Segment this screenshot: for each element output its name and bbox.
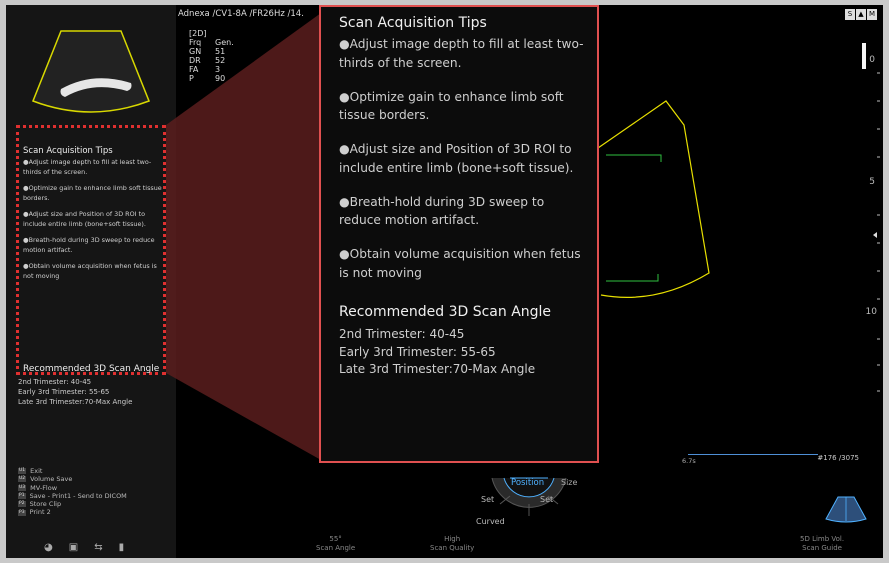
dial-set-right[interactable]: Set: [540, 495, 553, 504]
popup-angle-line: Early 3rd Trimester: 55-65: [339, 344, 496, 359]
bottom-soft-keys: 55° Scan Angle High Scan Quality 5D Limb…: [6, 496, 883, 558]
probe-sector-icon: [825, 496, 867, 523]
popup-angle-line: Late 3rd Trimester:70-Max Angle: [339, 362, 536, 376]
tips-popup: Scan Acquisition Tips ●Adjust image dept…: [319, 5, 599, 463]
popup-item: ●Adjust size and Position of 3D ROI to i…: [339, 142, 574, 175]
popup-item: ●Breath-hold during 3D sweep to reduce m…: [339, 194, 545, 228]
cine-time: 6.7s: [682, 457, 696, 465]
probe-icon: ▲: [856, 9, 866, 20]
popup-item: ●Obtain volume acquisition when fetus is…: [339, 247, 581, 280]
roi-sector: [597, 100, 710, 298]
popup-item: ●Optimize gain to enhance limb soft tiss…: [339, 89, 564, 123]
scale-label-0: 0: [869, 55, 875, 65]
popup-angle-line: 2nd Trimester: 40-45: [339, 327, 465, 341]
roi-green-bottom: [606, 274, 659, 282]
frame-count: #176 /3075: [817, 454, 859, 462]
popup-item: ●Adjust image depth to fill at least two…: [339, 37, 584, 70]
popup-title: Scan Acquisition Tips: [339, 15, 487, 31]
status-icons: S ▲ M: [845, 9, 877, 20]
scale-label-5: 5: [869, 177, 875, 187]
dial-set-left[interactable]: Set: [481, 495, 494, 504]
scale-label-10: 10: [865, 307, 877, 317]
callout-wedge: [166, 13, 321, 460]
m-icon: M: [867, 9, 877, 20]
cine-bar[interactable]: [688, 454, 818, 455]
depth-scale: [862, 43, 880, 392]
s-icon: S: [845, 9, 855, 20]
popup-angle-title: Recommended 3D Scan Angle: [339, 304, 552, 320]
scan-guide-softkey[interactable]: 5D Limb Vol. Scan Guide: [800, 535, 844, 553]
scan-quality-softkey[interactable]: High Scan Quality: [430, 535, 474, 553]
roi-green-top: [606, 154, 662, 162]
ultrasound-screen: Scan Acquisition Tips ●Adjust image dept…: [6, 5, 883, 558]
scan-angle-softkey[interactable]: 55° Scan Angle: [316, 535, 355, 553]
dial-position-label[interactable]: Position: [511, 478, 544, 488]
dial-size-label[interactable]: Size: [561, 478, 577, 487]
